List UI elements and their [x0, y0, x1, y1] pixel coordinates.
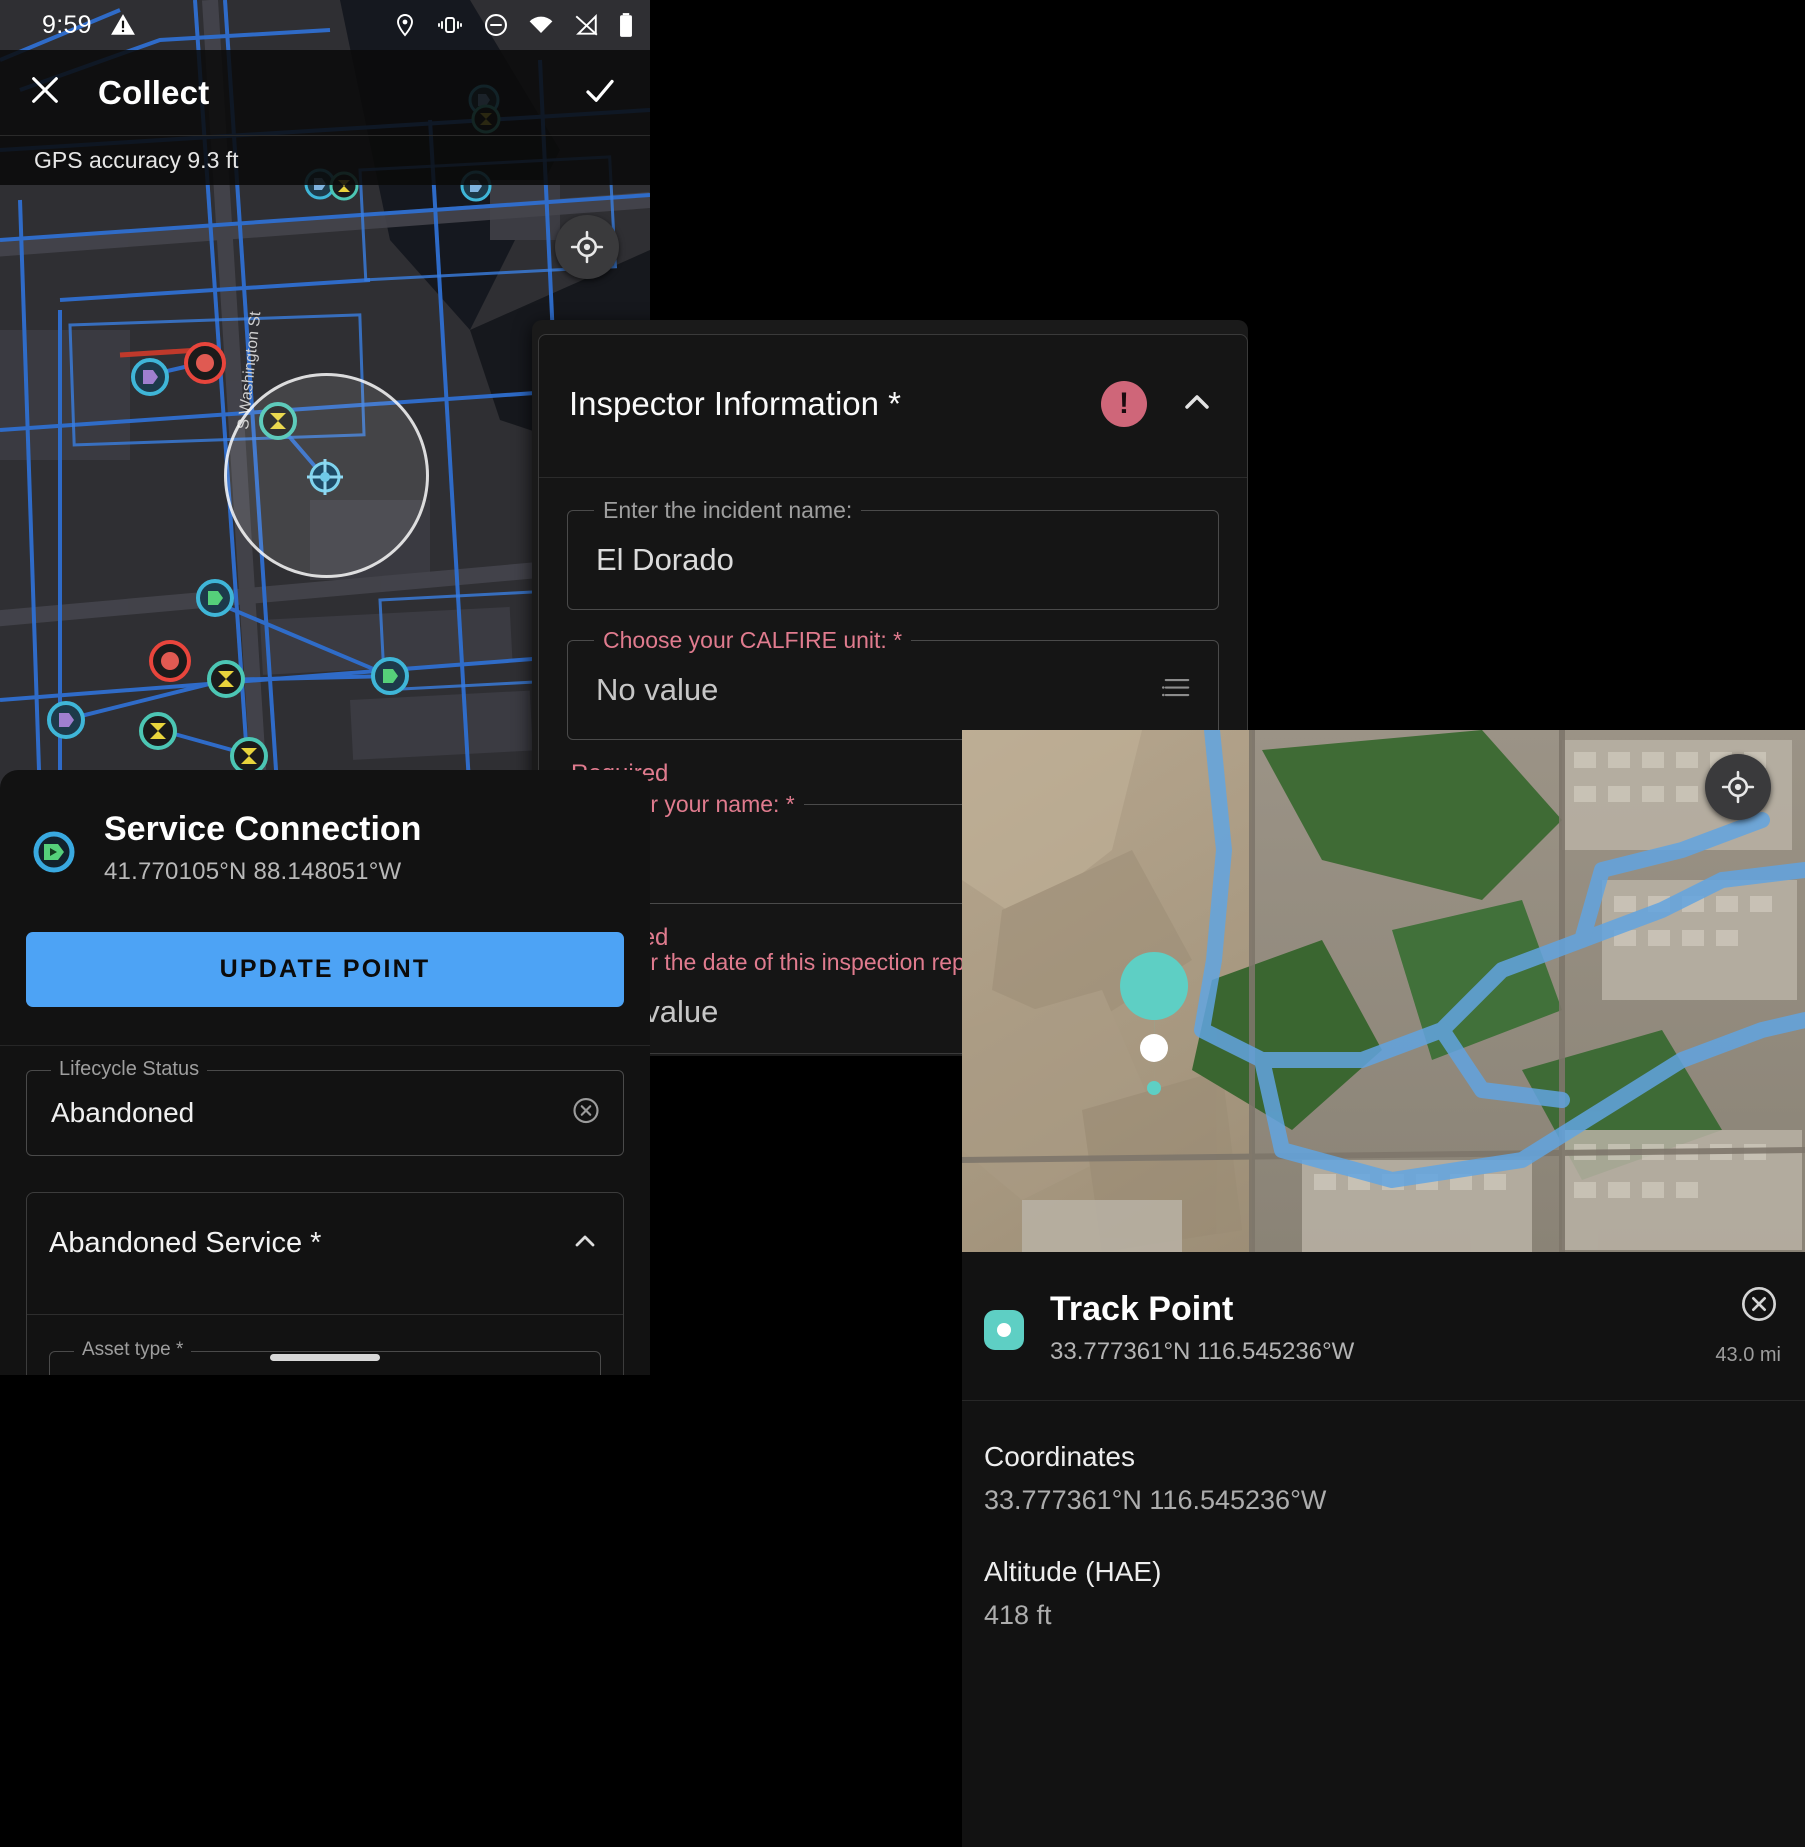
warning-icon	[110, 12, 136, 38]
incident-name-field[interactable]: Enter the incident name: El Dorado	[567, 510, 1219, 610]
locate-me-button[interactable]	[555, 215, 619, 279]
coordinates-key: Coordinates	[984, 1441, 1805, 1473]
gps-accuracy-bar: GPS accuracy 9.3 ft	[0, 135, 650, 185]
track-point-coordinates: 33.777361°N 116.545236°W	[1050, 1338, 1354, 1366]
dnd-icon	[483, 12, 509, 38]
collect-crosshair	[303, 455, 347, 499]
list-picker-icon[interactable]	[1162, 675, 1192, 706]
asset-type-label: Asset type *	[74, 1339, 191, 1361]
incident-name-label: Enter the incident name:	[594, 497, 861, 524]
screenshot-stage: S Washington St 9:59	[0, 0, 1805, 1847]
locate-me-button[interactable]	[1705, 754, 1771, 820]
satellite-map[interactable]	[962, 730, 1805, 1252]
incident-name-value: El Dorado	[596, 542, 734, 578]
error-badge-icon[interactable]: !	[1101, 381, 1147, 427]
group-header[interactable]: Abandoned Service *	[27, 1225, 623, 1262]
service-connection-sheet: Service Connection 41.770105°N 88.148051…	[0, 770, 650, 1375]
gps-accuracy-text: GPS accuracy 9.3 ft	[34, 147, 239, 174]
track-point-title: Track Point	[1050, 1290, 1354, 1329]
update-point-button[interactable]: UPDATE POINT	[26, 932, 624, 1007]
status-time: 9:59	[42, 11, 92, 40]
sheet-header: Service Connection 41.770105°N 88.148051…	[0, 770, 650, 886]
locate-icon	[570, 230, 604, 264]
check-icon[interactable]	[582, 72, 618, 113]
track-point-dot	[997, 1323, 1011, 1337]
sheet-divider	[0, 1045, 650, 1046]
altitude-value: 418 ft	[984, 1600, 1805, 1631]
sheet-title: Service Connection	[104, 810, 421, 849]
cellular-off-icon	[573, 14, 599, 36]
track-point-panel: Track Point 33.777361°N 116.545236°W 43.…	[962, 730, 1805, 1847]
altitude-row: Altitude (HAE) 418 ft	[962, 1516, 1805, 1631]
wifi-icon	[528, 14, 554, 36]
battery-icon	[618, 12, 634, 38]
track-point-sheet: Track Point 33.777361°N 116.545236°W 43.…	[962, 1252, 1805, 1847]
track-point-distance: 43.0 mi	[1715, 1344, 1781, 1367]
lifecycle-status-value: Abandoned	[51, 1097, 194, 1129]
coordinates-row: Coordinates 33.777361°N 116.545236°W	[962, 1401, 1805, 1516]
vibrate-icon	[436, 12, 464, 38]
inspector-title: Inspector Information *	[569, 385, 901, 423]
close-icon[interactable]	[1739, 1284, 1779, 1329]
track-point-header: Track Point 33.777361°N 116.545236°W 43.…	[962, 1252, 1805, 1366]
lifecycle-status-field[interactable]: Lifecycle Status Abandoned	[26, 1070, 624, 1156]
calfire-unit-label: Choose your CALFIRE unit: *	[594, 627, 911, 654]
status-icons	[393, 0, 634, 50]
location-icon	[393, 12, 417, 38]
close-icon[interactable]	[28, 73, 62, 112]
coordinates-value: 33.777361°N 116.545236°W	[984, 1485, 1805, 1516]
android-status-bar: 9:59	[0, 0, 650, 50]
sheet-coordinates: 41.770105°N 88.148051°W	[104, 858, 421, 886]
home-indicator	[270, 1354, 380, 1361]
inspector-header[interactable]: Inspector Information * !	[539, 335, 1247, 427]
collect-appbar: Collect	[0, 50, 650, 135]
service-connection-icon	[30, 828, 78, 881]
lifecycle-status-label: Lifecycle Status	[51, 1058, 207, 1081]
calfire-unit-field[interactable]: Choose your CALFIRE unit: * No value	[567, 640, 1219, 740]
group-content: Asset type * Commercial	[27, 1314, 623, 1375]
abandoned-service-group: Abandoned Service * Asset type * Commerc…	[26, 1192, 624, 1375]
page-title: Collect	[98, 74, 209, 112]
altitude-key: Altitude (HAE)	[984, 1556, 1805, 1588]
inspection-date-label: Enter the date of this inspection rep	[594, 949, 974, 976]
calfire-unit-value: No value	[596, 672, 718, 708]
chevron-up-icon[interactable]	[569, 1225, 601, 1262]
track-point-icon	[984, 1310, 1024, 1350]
clear-icon[interactable]	[571, 1096, 601, 1131]
chevron-up-icon[interactable]	[1177, 382, 1217, 427]
locate-icon	[1721, 770, 1755, 804]
group-title: Abandoned Service *	[49, 1227, 321, 1260]
